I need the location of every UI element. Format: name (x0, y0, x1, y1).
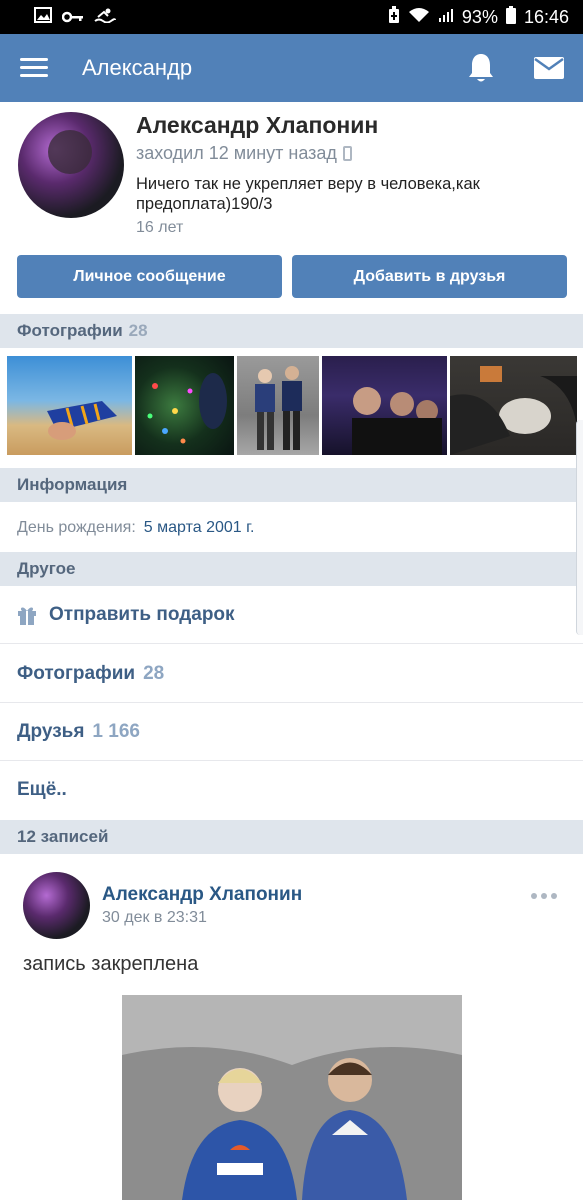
send-gift-row[interactable]: Отправить подарок (0, 586, 583, 644)
photos-section-count: 28 (128, 321, 148, 340)
friends-row-label: Друзья (17, 720, 85, 742)
photo-thumb[interactable] (322, 356, 447, 455)
battery-saver-icon (388, 5, 400, 29)
clock: 16:46 (523, 6, 569, 27)
info-section-header: Информация (0, 468, 583, 502)
message-button[interactable]: Личное сообщение (17, 255, 282, 298)
birthday-value[interactable]: 5 марта 2001 г. (144, 519, 255, 537)
bell-icon[interactable] (467, 52, 495, 84)
photos-row-label: Фотографии (17, 662, 136, 684)
battery-icon (505, 5, 516, 29)
photos-section-header[interactable]: Фотографии 28 (0, 314, 583, 348)
photo-thumb[interactable] (135, 356, 234, 455)
posts-section-header: 12 записей (0, 820, 583, 854)
post-date[interactable]: 30 дек в 23:31 (102, 909, 207, 927)
send-gift-label: Отправить подарок (49, 603, 235, 625)
birthday-label: День рождения: (17, 519, 136, 536)
app-bar-title: Александр (82, 55, 193, 80)
add-friend-button[interactable]: Добавить в друзья (292, 255, 567, 298)
last-seen-text: заходил 12 минут назад (136, 143, 337, 163)
gift-icon (17, 605, 37, 625)
mail-icon[interactable] (533, 56, 565, 80)
friends-row-count: 1 166 (92, 720, 140, 742)
last-seen: заходил 12 минут назад (136, 143, 352, 164)
key-icon (61, 7, 84, 28)
photos-section-label: Фотографии (17, 321, 123, 340)
photo-thumb[interactable] (237, 356, 319, 455)
swim-icon (94, 7, 116, 28)
battery-percent: 93% (461, 6, 498, 27)
avatar[interactable] (18, 112, 124, 218)
profile-status: Ничего так не укрепляет веру в человека,… (136, 175, 480, 213)
more-row-label: Ещё.. (17, 779, 67, 800)
photo-thumb[interactable] (7, 356, 132, 455)
post-author[interactable]: Александр Хлапонин (102, 884, 302, 906)
menu-icon[interactable] (20, 58, 48, 78)
wifi-icon (408, 7, 430, 28)
profile-name: Александр Хлапонин (136, 112, 379, 138)
app-bar: Александр (0, 34, 583, 102)
signal-icon (438, 7, 454, 28)
scroll-indicator[interactable] (576, 420, 583, 635)
profile-age: 16 лет (136, 219, 184, 236)
photos-strip (0, 348, 583, 468)
post-avatar[interactable] (23, 872, 90, 939)
status-bar: 93% 16:46 (0, 0, 583, 34)
friends-row[interactable]: Друзья 1 166 (0, 703, 583, 761)
photo-thumb[interactable] (450, 356, 577, 455)
gallery-icon (34, 6, 52, 28)
post-text: запись закреплена (23, 953, 199, 975)
birthday-row: День рождения: 5 марта 2001 г. (0, 504, 583, 552)
mobile-phone-icon (342, 146, 352, 161)
post-image[interactable] (122, 995, 462, 1200)
wall-post: Александр Хлапонин 30 дек в 23:31 запись… (0, 855, 583, 1200)
photos-row[interactable]: Фотографии 28 (0, 645, 583, 703)
other-section-header: Другое (0, 552, 583, 586)
more-options-icon[interactable] (531, 893, 557, 899)
more-row[interactable]: Ещё.. (0, 761, 583, 819)
photos-row-count: 28 (143, 662, 165, 684)
profile-header: Александр Хлапонин заходил 12 минут наза… (0, 102, 583, 314)
